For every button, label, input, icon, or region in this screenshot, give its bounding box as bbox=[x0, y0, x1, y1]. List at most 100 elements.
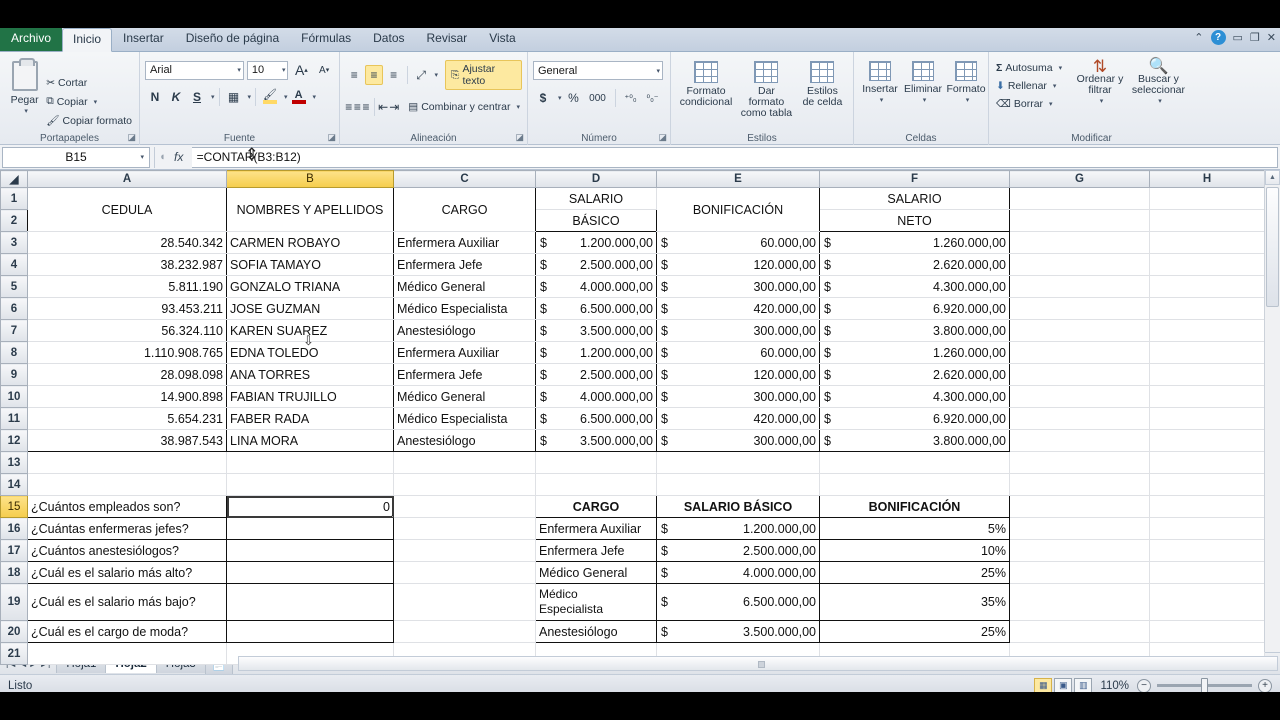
align-middle-button[interactable]: ≡ bbox=[364, 65, 384, 85]
decrease-indent-button[interactable]: ⇤ bbox=[378, 97, 388, 117]
ref-cell-salario-19[interactable]: 6.500.000,00 bbox=[656, 583, 820, 621]
cell-G14[interactable] bbox=[1009, 473, 1150, 496]
row-header-9[interactable]: 9 bbox=[0, 363, 28, 386]
cell-G18[interactable] bbox=[1009, 561, 1150, 584]
cell-F9[interactable]: 2.620.000,00 bbox=[819, 363, 1010, 386]
chevron-down-icon[interactable]: ▾ bbox=[310, 93, 317, 101]
inc-decimal-icon[interactable]: ⁺⁰₀ bbox=[621, 88, 641, 108]
row-header-12[interactable]: 12 bbox=[0, 429, 28, 452]
cell-G2[interactable] bbox=[1009, 209, 1150, 232]
cell-A5[interactable]: 5.811.190 bbox=[27, 275, 227, 298]
cell-B9[interactable]: ANA TORRES bbox=[226, 363, 394, 386]
italic-button[interactable]: K bbox=[166, 87, 186, 107]
row-header-1[interactable]: 1 bbox=[0, 187, 28, 210]
cell-B11[interactable]: FABER RADA bbox=[226, 407, 394, 430]
cell-H16[interactable] bbox=[1149, 517, 1265, 540]
vertical-scrollbar[interactable]: ▲ bbox=[1264, 170, 1280, 652]
column-header-H[interactable]: H bbox=[1149, 170, 1265, 188]
name-box[interactable]: B15 ▾ bbox=[2, 146, 150, 168]
cell-A21[interactable] bbox=[27, 642, 227, 665]
cell-D3[interactable]: 1.200.000,00 bbox=[535, 231, 657, 254]
collapse-ribbon-icon[interactable]: ⌃ bbox=[1194, 31, 1203, 44]
answer-cell-15[interactable]: 0 bbox=[226, 495, 394, 518]
cell-F4[interactable]: 2.620.000,00 bbox=[819, 253, 1010, 276]
cell-C4[interactable]: Enfermera Jefe bbox=[393, 253, 536, 276]
cell-G16[interactable] bbox=[1009, 517, 1150, 540]
cell-E4[interactable]: 120.000,00 bbox=[656, 253, 820, 276]
borders-icon[interactable]: ▦ bbox=[224, 87, 244, 107]
formula-input[interactable]: =CONTAR(B3:B12) ⇕ bbox=[191, 145, 1278, 168]
paste-button[interactable]: Pegar ▾ bbox=[5, 55, 44, 145]
cell-B4[interactable]: SOFIA TAMAYO bbox=[226, 253, 394, 276]
bold-button[interactable]: N bbox=[145, 87, 165, 107]
ref-cell-salario-17[interactable]: 2.500.000,00 bbox=[656, 539, 820, 562]
merge-center-button[interactable]: ▤ Combinar y centrar ▾ bbox=[406, 100, 522, 114]
chevron-down-icon[interactable]: ▾ bbox=[208, 93, 215, 101]
tab-revisar[interactable]: Revisar bbox=[416, 28, 479, 51]
cell-G8[interactable] bbox=[1009, 341, 1150, 364]
row-header-21[interactable]: 21 bbox=[0, 642, 28, 665]
row-header-8[interactable]: 8 bbox=[0, 341, 28, 364]
cell-H5[interactable] bbox=[1149, 275, 1265, 298]
cell-G15[interactable] bbox=[1009, 495, 1150, 518]
cell-C19[interactable] bbox=[393, 583, 536, 621]
cell-G1[interactable] bbox=[1009, 187, 1150, 210]
ref-header-bonificacion[interactable]: BONIFICACIÓN bbox=[819, 495, 1010, 518]
cell-D9[interactable]: 2.500.000,00 bbox=[535, 363, 657, 386]
cell-C14[interactable] bbox=[393, 473, 536, 496]
ref-cell-bonificacion-18[interactable]: 25% bbox=[819, 561, 1010, 584]
tab-vista[interactable]: Vista bbox=[478, 28, 526, 51]
cell-G5[interactable] bbox=[1009, 275, 1150, 298]
cell-H1[interactable] bbox=[1149, 187, 1265, 210]
cell-C20[interactable] bbox=[393, 620, 536, 643]
cell-E3[interactable]: 60.000,00 bbox=[656, 231, 820, 254]
cell-C13[interactable] bbox=[393, 451, 536, 474]
align-top-button[interactable]: ≡ bbox=[345, 65, 364, 85]
cell-A12[interactable]: 38.987.543 bbox=[27, 429, 227, 452]
cell-B5[interactable]: GONZALO TRIANA bbox=[226, 275, 394, 298]
number-dialog-launcher[interactable]: ◪ bbox=[658, 132, 667, 143]
page-break-icon[interactable]: ▥ bbox=[1074, 678, 1093, 692]
font-dialog-launcher[interactable]: ◪ bbox=[327, 132, 336, 143]
cell-E7[interactable]: 300.000,00 bbox=[656, 319, 820, 342]
font-family-select[interactable]: Arial ▾ bbox=[145, 60, 244, 80]
tab-datos[interactable]: Datos bbox=[362, 28, 415, 51]
ref-cell-bonificacion-17[interactable]: 10% bbox=[819, 539, 1010, 562]
column-header-G[interactable]: G bbox=[1009, 170, 1150, 188]
fx-icon[interactable]: fx bbox=[166, 150, 192, 164]
cell-B1[interactable]: NOMBRES Y APELLIDOS bbox=[226, 187, 394, 232]
cell-G20[interactable] bbox=[1009, 620, 1150, 643]
row-header-10[interactable]: 10 bbox=[0, 385, 28, 408]
cell-A8[interactable]: 1.110.908.765 bbox=[27, 341, 227, 364]
vertical-scroll-thumb[interactable] bbox=[1266, 187, 1279, 307]
ref-header-cargo[interactable]: CARGO bbox=[535, 495, 657, 518]
horizontal-scroll-grip[interactable] bbox=[758, 661, 766, 668]
row-header-13[interactable]: 13 bbox=[0, 451, 28, 474]
chevron-down-icon[interactable]: ▾ bbox=[432, 71, 439, 79]
fill-color-icon[interactable]: 🖌 bbox=[260, 87, 280, 107]
cell-C12[interactable]: Anestesiólogo bbox=[393, 429, 536, 452]
cell-F3[interactable]: 1.260.000,00 bbox=[819, 231, 1010, 254]
fill-handle[interactable] bbox=[391, 515, 393, 517]
cell-F10[interactable]: 4.300.000,00 bbox=[819, 385, 1010, 408]
cell-G3[interactable] bbox=[1009, 231, 1150, 254]
chevron-down-icon[interactable]: ▾ bbox=[281, 93, 288, 101]
row-header-14[interactable]: 14 bbox=[0, 473, 28, 496]
zoom-in-button[interactable]: + bbox=[1258, 678, 1272, 692]
row-header-4[interactable]: 4 bbox=[0, 253, 28, 276]
cell-G6[interactable] bbox=[1009, 297, 1150, 320]
cell-H18[interactable] bbox=[1149, 561, 1265, 584]
cell-A13[interactable] bbox=[27, 451, 227, 474]
cell-A4[interactable]: 38.232.987 bbox=[27, 253, 227, 276]
zoom-slider[interactable] bbox=[1157, 678, 1252, 692]
cell-H10[interactable] bbox=[1149, 385, 1265, 408]
chevron-down-icon[interactable]: ▾ bbox=[245, 93, 252, 101]
column-header-E[interactable]: E bbox=[656, 170, 820, 188]
cell-F11[interactable]: 6.920.000,00 bbox=[819, 407, 1010, 430]
question-label-18[interactable]: ¿Cuál es el salario más alto? bbox=[27, 561, 227, 584]
chevron-down-icon[interactable]: ▾ bbox=[137, 153, 144, 161]
format-painter-button[interactable]: 🖌 Copiar formato bbox=[44, 113, 134, 128]
ref-cell-cargo-18[interactable]: Médico General bbox=[535, 561, 657, 584]
fill-button[interactable]: ⬇ Rellenar ▾ bbox=[994, 79, 1064, 93]
question-label-19[interactable]: ¿Cuál es el salario más bajo? bbox=[27, 583, 227, 621]
